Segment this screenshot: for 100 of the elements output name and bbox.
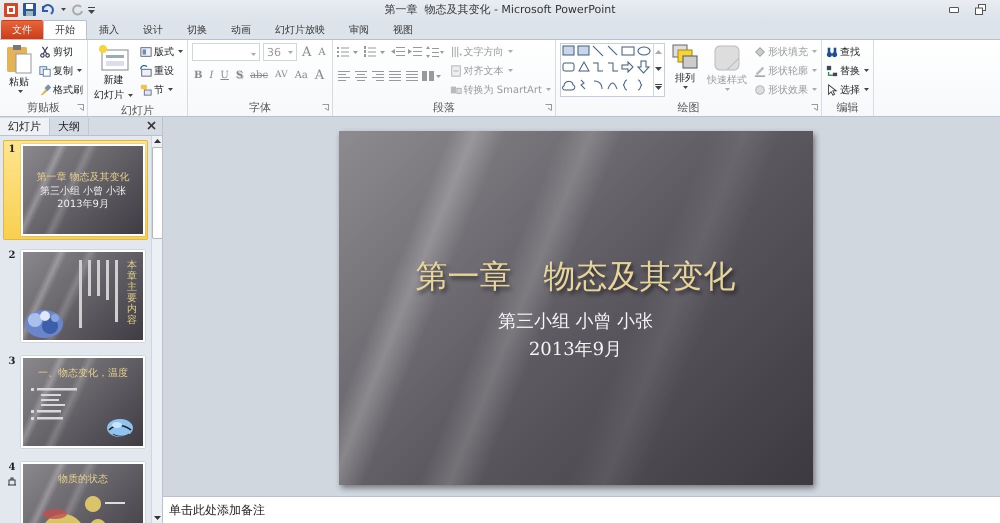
- replace-button[interactable]: 替换: [826, 62, 869, 79]
- slide-number: 2: [8, 250, 16, 261]
- justify-icon[interactable]: [388, 70, 402, 82]
- slide-canvas[interactable]: 第一章 物态及其变化 第三小组 小曾 小张 2013年9月: [338, 131, 812, 485]
- format-painter-button[interactable]: 格式刷: [39, 81, 83, 98]
- new-slide-button[interactable]: 新建 幻灯片: [92, 43, 135, 103]
- reset-button[interactable]: 重设: [140, 62, 183, 79]
- caret-icon: [288, 50, 293, 54]
- new-slide-icon: [98, 44, 130, 72]
- slide-thumbnail-row[interactable]: 2 本章主要内容: [3, 246, 148, 346]
- cursor-icon: [826, 84, 838, 96]
- pane-tab[interactable]: 幻灯片: [0, 118, 50, 135]
- font-name-field[interactable]: [192, 43, 260, 61]
- ribbon-tab[interactable]: 视图: [381, 20, 425, 39]
- caret-icon: [168, 88, 173, 91]
- slide-thumbnail[interactable]: 第一章 物态及其变化 第三小组 小曾 小张 2013年9月: [21, 144, 145, 236]
- section-button[interactable]: 节: [140, 81, 183, 98]
- caret-icon: [812, 50, 817, 53]
- dialog-launcher-icon[interactable]: [544, 104, 552, 111]
- dialog-launcher-icon[interactable]: [322, 104, 329, 111]
- thumbnail-title: 本章主要内容: [127, 260, 137, 326]
- paste-button[interactable]: 粘贴: [4, 43, 34, 94]
- thumbnail-title: 物质的状态: [58, 472, 108, 486]
- brush-icon: [39, 84, 51, 96]
- layout-button[interactable]: 版式: [140, 43, 183, 60]
- pane-tab[interactable]: 大纲: [50, 118, 89, 135]
- slide-date[interactable]: 2013年9月: [528, 337, 622, 361]
- caret-icon: [178, 50, 183, 53]
- pen-line-icon: [754, 64, 766, 76]
- window-title: 第一章 物态及其变化 - Microsoft PowerPoint: [384, 2, 616, 17]
- scroll-down-icon[interactable]: [655, 66, 662, 71]
- ribbon-tab[interactable]: 设计: [131, 20, 175, 39]
- replace-icon: [826, 64, 838, 76]
- dialog-launcher-icon[interactable]: [77, 104, 84, 111]
- sphere-icon: [754, 84, 766, 96]
- scroll-down-icon[interactable]: [154, 516, 161, 520]
- minimize-icon[interactable]: [949, 6, 959, 12]
- increase-indent-icon[interactable]: [408, 46, 422, 58]
- quick-styles-icon: [712, 44, 741, 72]
- bullets-icon[interactable]: [336, 46, 361, 58]
- section-icon: [140, 84, 152, 96]
- redo-icon[interactable]: [71, 4, 83, 16]
- slide-thumbnail[interactable]: 本章主要内容: [21, 250, 145, 342]
- ribbon-tab[interactable]: 动画: [219, 20, 263, 39]
- smartart-icon: [450, 84, 462, 96]
- slide-subtitle[interactable]: 第三小组 小曾 小张: [498, 309, 654, 333]
- close-icon[interactable]: [147, 121, 156, 130]
- decrease-indent-icon[interactable]: [390, 46, 405, 58]
- group-label: 绘图: [677, 100, 700, 115]
- slide-title[interactable]: 第一章 物态及其变化: [416, 255, 736, 299]
- slide-thumbnail-row[interactable]: 4 物质的状态: [3, 458, 148, 523]
- align-center-icon[interactable]: [354, 70, 368, 82]
- arrange-button[interactable]: 排列: [670, 43, 700, 90]
- thumbnail-text: 第三小组 小曾 小张: [40, 186, 126, 197]
- ribbon-tab[interactable]: 审阅: [337, 20, 381, 39]
- ribbon-tab[interactable]: 插入: [87, 20, 131, 39]
- layout-icon: [140, 46, 152, 58]
- caret-icon: [864, 69, 869, 72]
- slide-number: 1: [8, 144, 16, 155]
- group-label: 幻灯片: [121, 103, 154, 116]
- numbering-icon[interactable]: [364, 46, 388, 58]
- align-left-icon[interactable]: [336, 70, 351, 82]
- caret-icon: [128, 94, 133, 96]
- copy-button[interactable]: 复制: [39, 62, 83, 79]
- undo-icon[interactable]: [41, 4, 54, 16]
- reset-icon: [140, 64, 152, 76]
- ribbon-tab[interactable]: 开始: [43, 20, 87, 39]
- more-icon[interactable]: [655, 84, 662, 90]
- find-button[interactable]: 查找: [826, 43, 869, 60]
- select-button[interactable]: 选择: [826, 81, 869, 98]
- scroll-up-icon[interactable]: [154, 139, 161, 143]
- caret-icon: [508, 69, 513, 72]
- caret-icon: [61, 8, 66, 11]
- customize-icon[interactable]: [88, 6, 95, 14]
- restore-icon[interactable]: [975, 4, 986, 15]
- line-spacing-icon[interactable]: [424, 46, 445, 58]
- scissors-icon: [39, 46, 51, 58]
- notes-field[interactable]: 单击此处添加备注: [163, 496, 1000, 523]
- ribbon-tab[interactable]: 幻灯片放映: [263, 20, 337, 39]
- thumbnail-text: 2013年9月: [57, 199, 109, 210]
- binoculars-icon: [826, 46, 838, 58]
- thumbnail-title: 一、物态变化，温度: [38, 366, 128, 380]
- save-icon[interactable]: [23, 3, 36, 16]
- group-label: 编辑: [836, 100, 858, 115]
- slide-thumbnail-row[interactable]: 1 第一章 物态及其变化 第三小组 小曾 小张 2013年9月: [3, 140, 148, 240]
- slide-thumbnail-row[interactable]: 3 一、物态变化，温度: [3, 352, 148, 452]
- ribbon-tab[interactable]: 切换: [175, 20, 219, 39]
- caret-icon: [864, 88, 869, 91]
- distributed-icon[interactable]: [404, 70, 419, 82]
- align-text-icon: [450, 64, 462, 76]
- file-tab[interactable]: 文件: [1, 20, 43, 39]
- caret-icon: [812, 69, 817, 72]
- caret-icon: [251, 52, 256, 56]
- caret-icon: [18, 90, 22, 93]
- align-right-icon[interactable]: [370, 70, 385, 82]
- scrollbar[interactable]: [151, 136, 162, 523]
- columns-icon[interactable]: [422, 70, 442, 82]
- dialog-launcher-icon[interactable]: [810, 104, 818, 111]
- scroll-thumb[interactable]: [152, 147, 162, 239]
- cut-button[interactable]: 剪切: [39, 43, 83, 60]
